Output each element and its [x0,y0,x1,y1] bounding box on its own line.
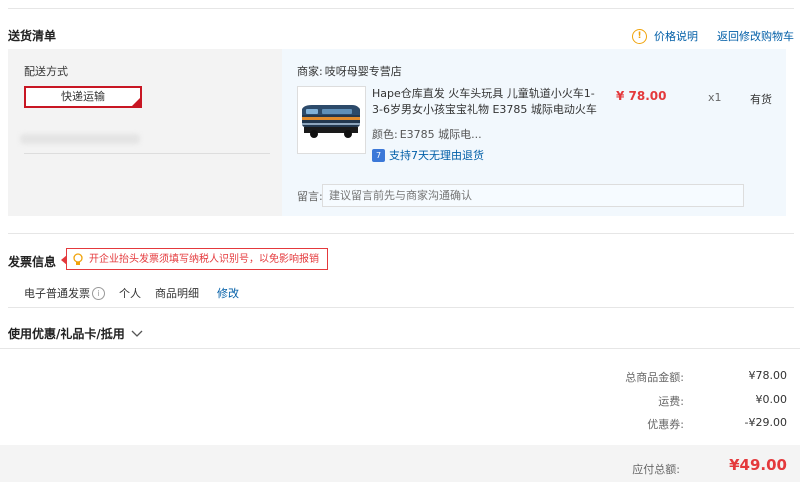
product-price: ¥ 78.00 [616,89,667,103]
warning-icon: ! [632,28,647,44]
invoice-edit-link[interactable]: 修改 [217,285,239,301]
discount-divider [0,348,800,349]
top-divider [8,8,794,9]
invoice-tip-text: 开企业抬头发票须填写纳税人识别号，以免影响报销 [89,254,319,265]
train-toy-image [302,105,360,138]
shipping-method-option[interactable]: 快递运输 [24,86,142,108]
color-value: E3785 城际电... [399,128,482,141]
return-policy: 7 支持7天无理由退货 [372,147,484,163]
product-quantity: x1 [708,91,722,104]
message-label: 留言: [297,190,323,203]
invoice-details: 电子普通发票 i 个人 商品明细 修改 [24,285,239,301]
invoice-divider [8,307,794,308]
shipping-method-label: 配送方式 [24,65,68,78]
price-note-link[interactable]: 价格说明 [654,28,698,44]
coupon-label: 优惠券: [647,418,684,431]
invoice-section-title: 发票信息 [8,255,57,269]
coupon-value: -¥29.00 [744,416,787,429]
delivery-section-title: 送货清单 [8,29,57,43]
stock-status: 有货 [750,93,772,106]
shop-line: 商家: 吱呀母婴专营店 [297,63,402,79]
return-policy-text: 支持7天无理由退货 [389,149,484,162]
discount-section-title: 使用优惠/礼品卡/抵用 [8,327,125,341]
invoice-title-type: 个人 [119,287,141,300]
invoice-type: 电子普通发票 [24,287,90,300]
payable-label: 应付总额: [632,463,680,476]
address-divider [24,153,270,154]
shipping-fee-label: 运费: [658,395,684,408]
product-color: 颜色: E3785 城际电... [372,126,482,142]
invoice-tip: 开企业抬头发票须填写纳税人识别号，以免影响报销 [61,248,328,270]
price-note[interactable]: ! 价格说明 [632,28,698,44]
blurred-address [20,134,140,144]
product-name[interactable]: Hape仓库直发 火车头玩具 儿童轨道小火车1-3-6岁男女小孩宝宝礼物 E37… [372,86,602,118]
info-icon[interactable]: i [92,286,105,300]
lightbulb-icon [73,253,83,265]
payable-value: ¥49.00 [729,456,787,474]
chevron-down-icon [131,330,143,337]
goods-total-label: 总商品金额: [625,371,684,384]
message-input[interactable] [322,184,744,207]
goods-total-value: ¥78.00 [748,369,788,382]
shipping-fee-value: ¥0.00 [755,393,788,406]
payable-bar [0,445,800,482]
shop-name[interactable]: 吱呀母婴专营店 [325,63,402,79]
return-7day-icon: 7 [372,148,385,162]
back-to-cart-link[interactable]: 返回修改购物车 [717,28,794,44]
product-thumbnail[interactable] [297,86,366,154]
color-label: 颜色: [372,128,398,141]
discount-toggle[interactable]: 使用优惠/礼品卡/抵用 [8,325,143,342]
invoice-content: 商品明细 [155,287,199,300]
shop-label: 商家: [297,65,323,78]
delivery-divider [8,233,794,234]
